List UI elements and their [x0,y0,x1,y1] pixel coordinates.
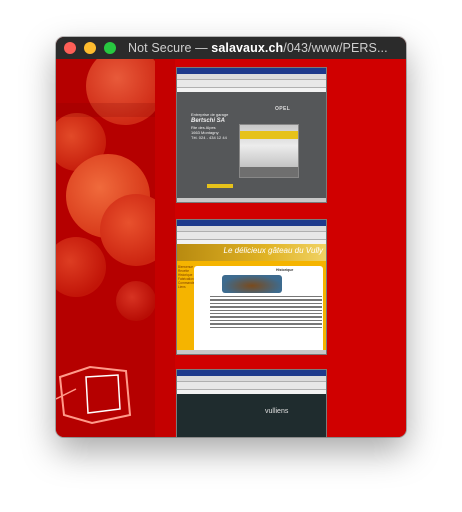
vully-body: Bienvenue Recette Historique Fabrication… [177,261,326,354]
thumb-toolbar [177,382,326,390]
title-path: /043/www/PERS... [283,41,388,55]
text-line [210,316,322,318]
thumbnail-vully[interactable]: Le délicieux gâteau du Vully Bienvenue R… [176,219,327,355]
text-line [210,296,322,298]
minimize-window-button[interactable] [84,42,96,54]
text-line [210,319,322,322]
decorative-band [56,103,155,117]
monitor-outline-graphic [56,365,132,425]
dark-page-caption: vulliens [265,408,289,415]
garage-photo [239,124,299,178]
thumb-statusbar [177,350,326,354]
vully-nav: Bienvenue Recette Historique Fabrication… [178,265,194,289]
photo-signage [240,131,298,139]
title-host: salavaux.ch [211,41,284,55]
decorative-bubble-panel [56,59,155,437]
page-content[interactable]: Entreprise de garage Bertschi SA Rte des… [56,59,406,437]
vully-header: Le délicieux gâteau du Vully [177,244,326,261]
thumb-toolbar [177,232,326,240]
company-name: Bertschi SA [191,118,226,124]
thumbnail-dark[interactable]: vulliens [176,369,327,437]
decorative-bubble [116,281,155,321]
company-info: Entreprise de garage Bertschi SA Rte des… [191,112,228,140]
window-title: Not Secure — salavaux.ch/043/www/PERS... [128,41,398,55]
yellow-tag [207,184,233,188]
window-titlebar: Not Secure — salavaux.ch/043/www/PERS... [56,37,406,59]
photo-ground [240,167,298,177]
thumbnail-bertschi[interactable]: Entreprise de garage Bertschi SA Rte des… [176,67,327,203]
decorative-stripe [155,59,175,437]
decorative-bubble [56,237,106,297]
text-line [210,326,322,328]
title-security-label: Not Secure — [128,41,212,55]
vully-content-card: Historique [194,266,323,354]
vully-card-title: Historique [276,268,294,272]
text-line [210,302,322,305]
thumb-toolbar [177,80,326,88]
cake-photo [222,275,282,293]
vully-text-lines [210,296,322,330]
vully-nav-item: Liens [178,285,186,289]
browser-window: Not Secure — salavaux.ch/043/www/PERS... [56,37,406,437]
text-line [210,312,322,315]
text-line [210,309,322,311]
brand-logo: OPEL [275,106,291,112]
text-line [210,323,322,325]
text-line [210,306,322,308]
thumb-statusbar [177,198,326,202]
thumb-page-body: Entreprise de garage Bertschi SA Rte des… [177,92,326,198]
text-line [210,299,322,301]
zoom-window-button[interactable] [104,42,116,54]
thumb-page-body [177,394,326,437]
company-line: Tél. 024 - 434 12 44 [191,135,227,140]
vully-header-title: Le délicieux gâteau du Vully [223,246,323,255]
close-window-button[interactable] [64,42,76,54]
